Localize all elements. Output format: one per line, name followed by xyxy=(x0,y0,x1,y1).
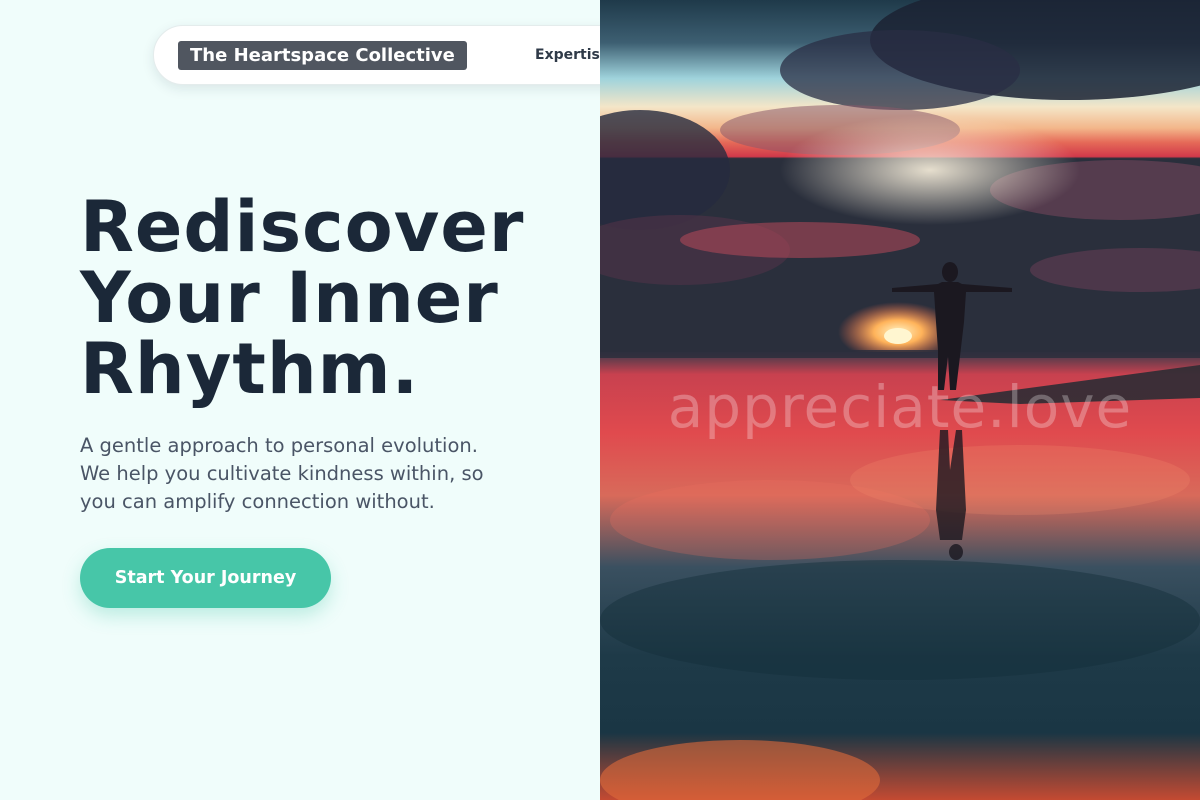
hero-subtitle-line: you can amplify connection without. xyxy=(80,490,435,513)
hero-title-line: Rediscover xyxy=(80,186,525,268)
start-journey-button[interactable]: Start Your Journey xyxy=(80,548,331,608)
hero-title-line: Your Inner xyxy=(80,257,499,339)
hero-image: appreciate.love xyxy=(600,0,1200,800)
watermark-text: appreciate.love xyxy=(667,373,1133,441)
hero-subtitle: A gentle approach to personal evolution.… xyxy=(80,432,520,516)
brand-logo[interactable]: The Heartspace Collective xyxy=(178,41,467,70)
hero-subtitle-line: A gentle approach to personal evolution. xyxy=(80,434,478,457)
hero-title: Rediscover Your Inner Rhythm. xyxy=(80,192,580,405)
nav-link-expertise[interactable]: Expertis xyxy=(535,47,600,63)
hero-subtitle-line: We help you cultivate kindness within, s… xyxy=(80,462,484,485)
hero-title-line: Rhythm. xyxy=(80,328,420,410)
